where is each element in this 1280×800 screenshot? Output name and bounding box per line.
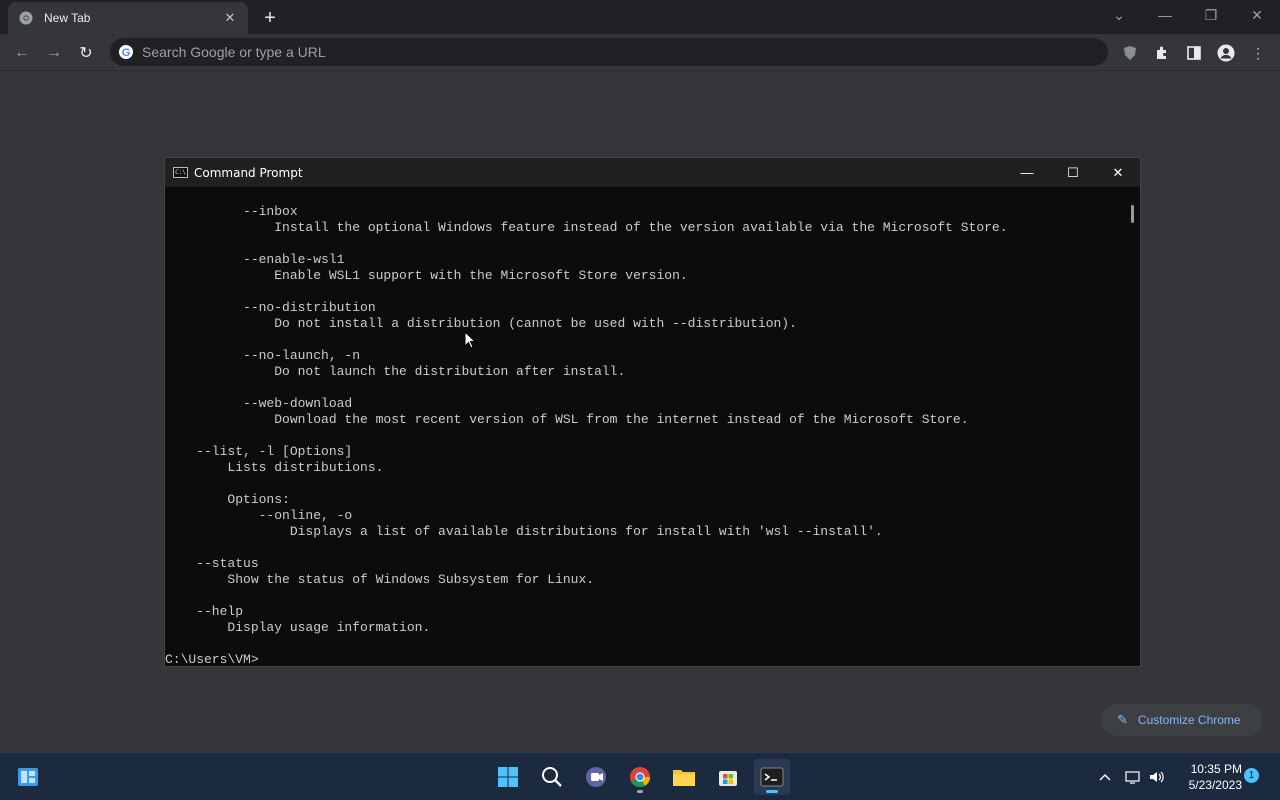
cmd-output-line: Options:: [165, 492, 290, 507]
start-icon[interactable]: [490, 759, 526, 795]
tab-title: New Tab: [44, 11, 91, 25]
restore-icon[interactable]: ❐: [1188, 0, 1234, 30]
back-icon[interactable]: ←: [8, 39, 36, 67]
show-hidden-icons-icon[interactable]: [1094, 753, 1116, 800]
cmd-output-line: Install the optional Windows feature ins…: [165, 220, 1008, 235]
customize-chrome-label: Customize Chrome: [1137, 713, 1241, 727]
cmd-output[interactable]: --inbox Install the optional Windows fea…: [165, 187, 1125, 667]
cmd-output-line: --online, -o: [165, 508, 353, 523]
customize-chrome-button[interactable]: ✎ Customize Chrome: [1101, 704, 1263, 736]
microsoft-store-icon[interactable]: [710, 759, 746, 795]
cmd-output-line: [165, 428, 1125, 444]
ublock-icon[interactable]: [1116, 39, 1144, 67]
clock[interactable]: 10:35 PM 5/23/2023: [1176, 761, 1242, 793]
file-explorer-icon[interactable]: [666, 759, 702, 795]
teams-chat-icon[interactable]: [578, 759, 614, 795]
cmd-icon: C:\: [173, 167, 188, 178]
tab-strip: New Tab ✕ + ⌄ — ❐ ✕: [0, 0, 1280, 34]
svg-text:G: G: [122, 47, 131, 59]
cmd-output-line: [165, 588, 1125, 604]
cmd-scrollbar-thumb[interactable]: [1131, 205, 1134, 223]
cmd-output-line: [165, 636, 1125, 652]
volume-icon[interactable]: [1146, 753, 1168, 800]
cmd-output-line: --enable-wsl1: [165, 252, 345, 267]
running-indicator: [637, 790, 643, 793]
cmd-output-line: Displays a list of available distributio…: [165, 524, 883, 539]
tab-search-icon[interactable]: ⌄: [1096, 0, 1142, 30]
network-icon[interactable]: [1122, 753, 1144, 800]
cmd-output-line: [165, 332, 1125, 348]
terminal-taskbar-icon[interactable]: [754, 759, 790, 795]
minimize-icon[interactable]: —: [1142, 0, 1188, 30]
cmd-output-line: Lists distributions.: [165, 460, 384, 475]
cmd-output-line: --help: [165, 604, 244, 619]
cmd-output-line: [165, 284, 1125, 300]
command-prompt-window[interactable]: C:\ Command Prompt — ☐ ✕ --inbox Install…: [164, 157, 1141, 667]
search-icon[interactable]: [534, 759, 570, 795]
cmd-output-line: Do not launch the distribution after ins…: [165, 364, 626, 379]
cmd-output-line: [165, 476, 1125, 492]
cmd-output-line: Enable WSL1 support with the Microsoft S…: [165, 268, 688, 283]
cmd-output-line: Download the most recent version of WSL …: [165, 412, 969, 427]
cmd-output-line: --inbox: [165, 204, 298, 219]
close-window-icon[interactable]: ✕: [1234, 0, 1280, 30]
clock-date: 5/23/2023: [1188, 778, 1242, 792]
cmd-maximize-icon[interactable]: ☐: [1050, 158, 1096, 187]
omnibox[interactable]: G: [110, 38, 1108, 66]
side-panel-icon[interactable]: [1180, 39, 1208, 67]
cmd-output-line: --no-distribution: [165, 300, 376, 315]
cmd-output-line: --web-download: [165, 396, 353, 411]
menu-icon[interactable]: ⋮: [1244, 39, 1272, 67]
cmd-output-line: [165, 380, 1125, 396]
extensions-icon[interactable]: [1148, 39, 1176, 67]
omnibox-input[interactable]: [142, 44, 1042, 60]
forward-icon[interactable]: →: [40, 39, 68, 67]
cmd-output-line: C:\Users\VM>: [165, 652, 259, 667]
cmd-titlebar[interactable]: C:\ Command Prompt — ☐ ✕: [165, 158, 1140, 187]
cmd-minimize-icon[interactable]: —: [1004, 158, 1050, 187]
cmd-output-line: [165, 540, 1125, 556]
widgets-icon[interactable]: [10, 759, 46, 795]
cmd-close-icon[interactable]: ✕: [1095, 158, 1141, 187]
browser-toolbar: ← → ↻ G ⋮: [0, 34, 1280, 71]
profile-icon[interactable]: [1212, 39, 1240, 67]
reload-icon[interactable]: ↻: [72, 39, 100, 67]
cmd-output-line: Show the status of Windows Subsystem for…: [165, 572, 595, 587]
cmd-output-line: [165, 236, 1125, 252]
close-tab-icon[interactable]: ✕: [222, 10, 238, 26]
taskbar: 10:35 PM 5/23/2023: [0, 752, 1280, 800]
cmd-output-line: --status: [165, 556, 259, 571]
google-icon: G: [118, 44, 134, 60]
active-indicator: [766, 790, 778, 793]
notification-badge[interactable]: 1: [1244, 768, 1259, 783]
tab-new-tab[interactable]: New Tab ✕: [8, 2, 248, 34]
mouse-cursor-icon: [464, 330, 477, 354]
chrome-icon: [18, 10, 34, 26]
cmd-output-line: Do not install a distribution (cannot be…: [165, 316, 797, 331]
chrome-taskbar-icon[interactable]: [622, 759, 658, 795]
pencil-icon: ✎: [1117, 712, 1128, 727]
new-tab-button[interactable]: +: [258, 6, 282, 30]
cmd-window-title: Command Prompt: [194, 165, 303, 180]
cmd-output-line: Display usage information.: [165, 620, 431, 635]
clock-time: 10:35 PM: [1190, 762, 1242, 776]
cmd-output-line: --no-launch, -n: [165, 348, 361, 363]
cmd-output-line: --list, -l [Options]: [165, 444, 353, 459]
